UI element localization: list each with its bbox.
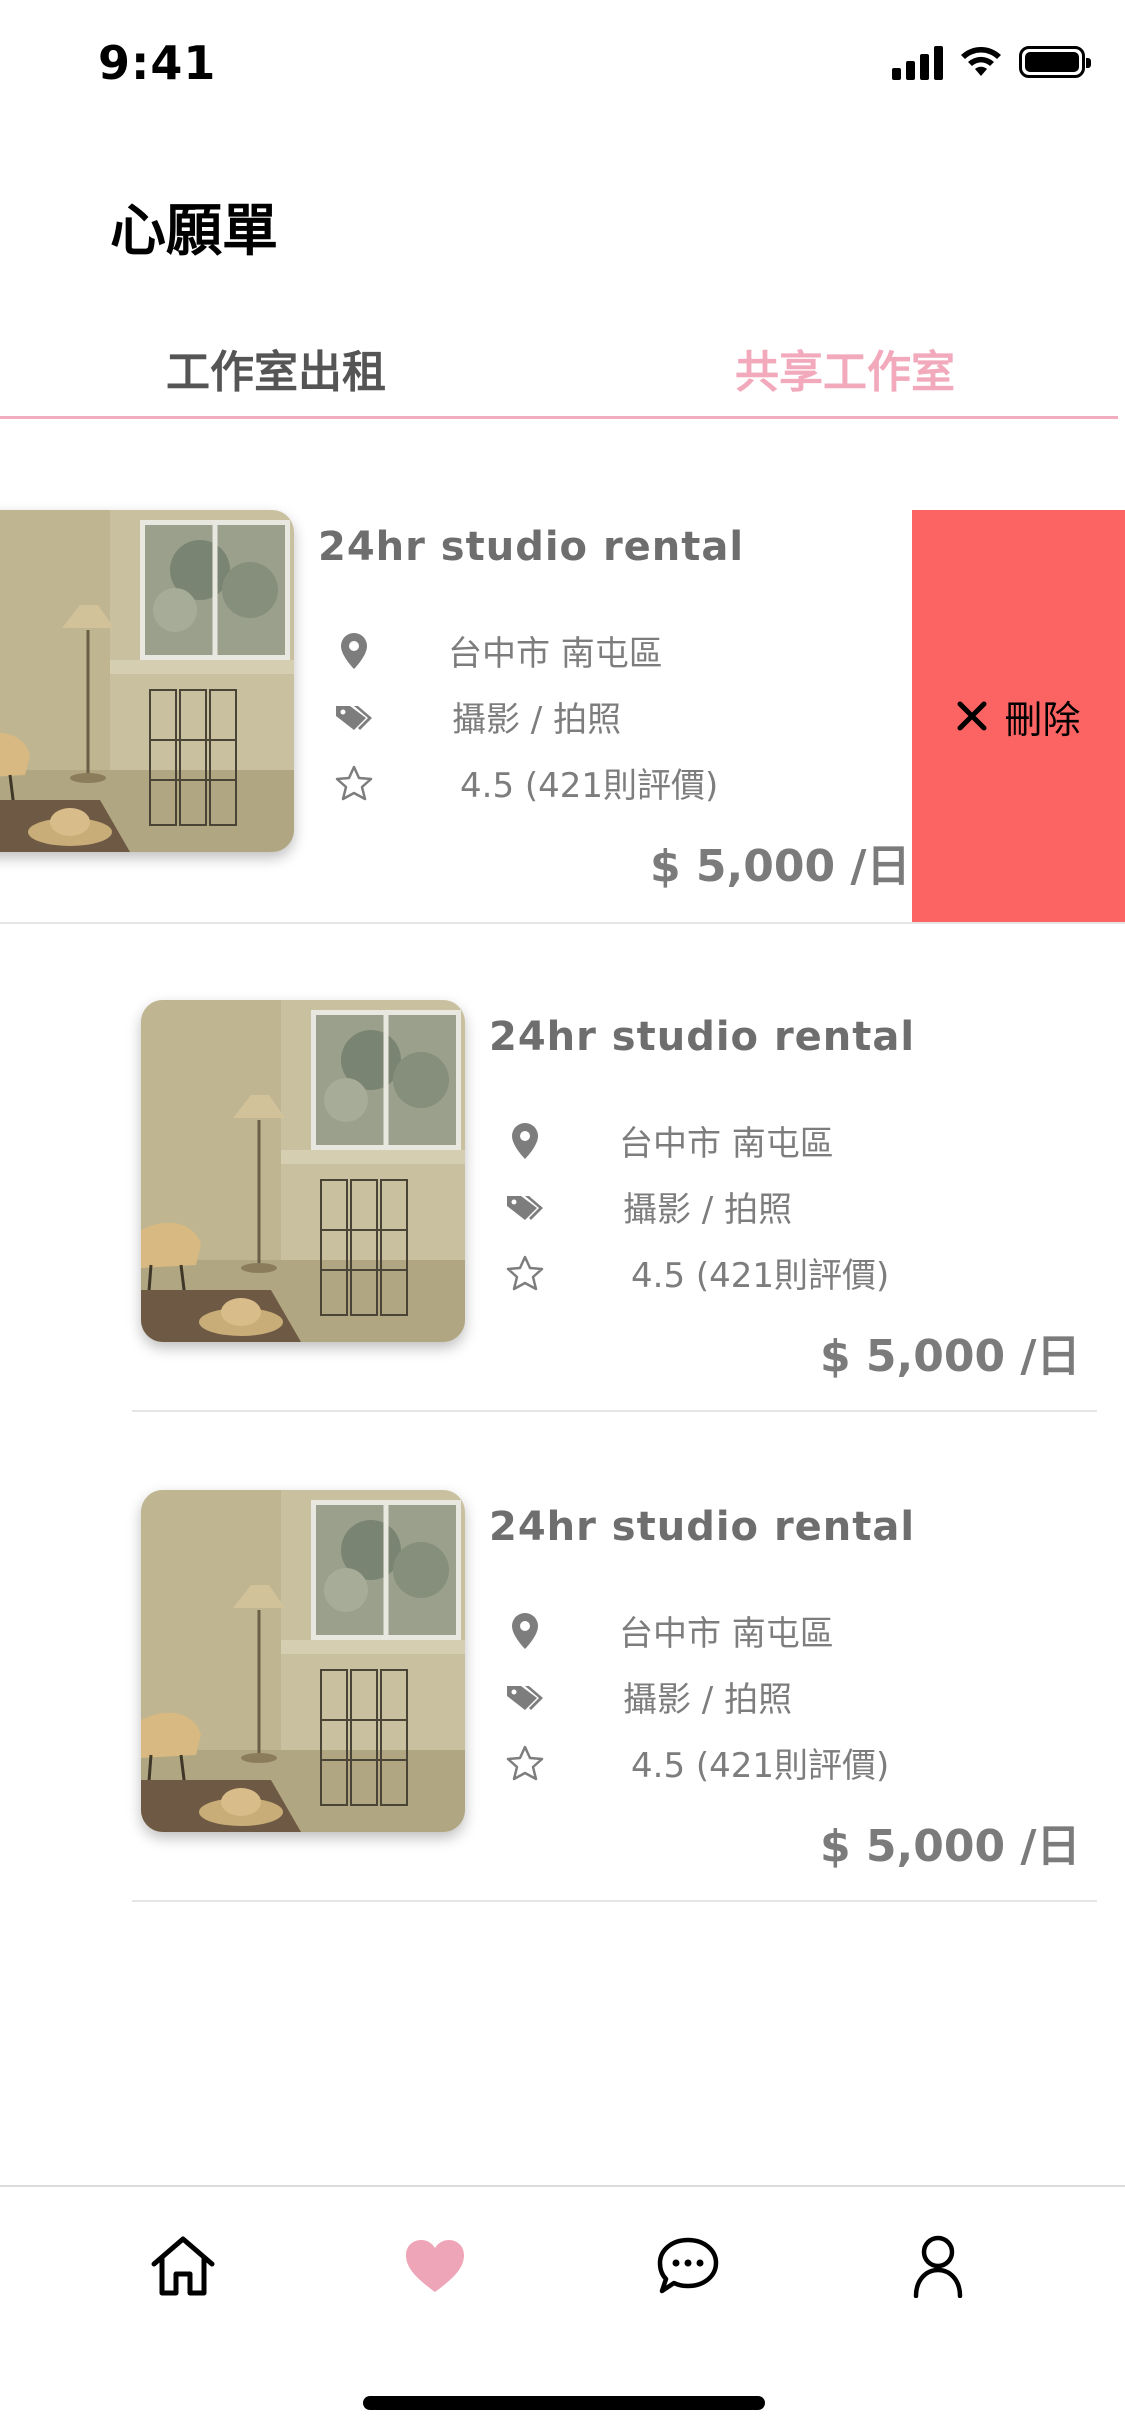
category-row: 攝影 / 拍照 (332, 692, 621, 741)
status-icons (892, 44, 1091, 80)
location-row: 台中市 南屯區 (503, 1116, 834, 1165)
signal-icon (892, 44, 943, 80)
listing-photo (141, 1000, 465, 1342)
tags-icon (503, 1187, 547, 1227)
location-pin-icon (503, 1611, 547, 1651)
rating-row: 4.5 (421則評價) (503, 1248, 889, 1297)
tab-studio-rental[interactable]: 工作室出租 (166, 336, 386, 400)
wifi-icon (961, 47, 1001, 76)
nav-profile[interactable] (898, 2226, 978, 2306)
delete-button[interactable]: 刪除 (912, 510, 1125, 922)
listing-category: 攝影 / 拍照 (623, 1680, 793, 1720)
location-pin-icon (503, 1121, 547, 1161)
listing-rating: 4.5 (421則評價) (631, 1746, 890, 1786)
home-indicator (363, 2396, 765, 2410)
home-icon (151, 2236, 215, 2296)
user-icon (913, 2235, 963, 2298)
listing-category: 攝影 / 拍照 (452, 700, 622, 740)
listing-price: $ 5,000 /日 (820, 1821, 1081, 1872)
divider (0, 922, 1125, 924)
listing-rating: 4.5 (421則評價) (631, 1256, 890, 1296)
nav-wishlist[interactable] (395, 2226, 475, 2306)
listing-location: 台中市 南屯區 (619, 1614, 834, 1654)
listing-category: 攝影 / 拍照 (623, 1190, 793, 1230)
list-item[interactable]: 24hr studio rental 台中市 南屯區 攝影 / 拍照 4.5 (… (0, 1490, 1125, 1980)
list-item[interactable]: 24hr studio rental 台中市 南屯區 攝影 / 拍照 4.5 (… (0, 1000, 1125, 1490)
battery-icon (1019, 46, 1091, 78)
listing-title: 24hr studio rental (489, 1504, 916, 1550)
listing-photo (0, 510, 294, 852)
star-icon (332, 763, 376, 803)
listing-title: 24hr studio rental (489, 1014, 916, 1060)
tab-underline (0, 416, 1118, 419)
status-time: 9:41 (98, 36, 217, 90)
delete-label: 刪除 (1004, 697, 1081, 742)
divider (132, 1900, 1097, 1902)
star-icon (503, 1253, 547, 1293)
tab-shared-studio[interactable]: 共享工作室 (735, 336, 955, 400)
location-pin-icon (332, 631, 376, 671)
listing-title: 24hr studio rental (318, 524, 745, 570)
listing-price: $ 5,000 /日 (820, 1331, 1081, 1382)
divider (132, 1410, 1097, 1412)
listing-rating: 4.5 (421則評價) (460, 766, 719, 806)
tags-icon (503, 1677, 547, 1717)
rating-row: 4.5 (421則評價) (332, 758, 718, 807)
nav-home[interactable] (143, 2226, 223, 2306)
page-title: 心願單 (110, 199, 278, 264)
close-icon (957, 701, 987, 731)
heart-icon (406, 2240, 464, 2292)
star-icon (503, 1743, 547, 1783)
listing-photo (141, 1490, 465, 1832)
listing-location: 台中市 南屯區 (619, 1124, 834, 1164)
chat-bubble-icon (657, 2237, 719, 2294)
location-row: 台中市 南屯區 (503, 1606, 834, 1655)
listing-location: 台中市 南屯區 (448, 634, 663, 674)
location-row: 台中市 南屯區 (332, 626, 663, 675)
nav-messages[interactable] (648, 2226, 728, 2306)
rating-row: 4.5 (421則評價) (503, 1738, 889, 1787)
category-row: 攝影 / 拍照 (503, 1672, 792, 1721)
category-row: 攝影 / 拍照 (503, 1182, 792, 1231)
listing-price: $ 5,000 /日 (650, 841, 911, 892)
bottom-nav-divider (0, 2185, 1125, 2187)
tags-icon (332, 697, 376, 737)
